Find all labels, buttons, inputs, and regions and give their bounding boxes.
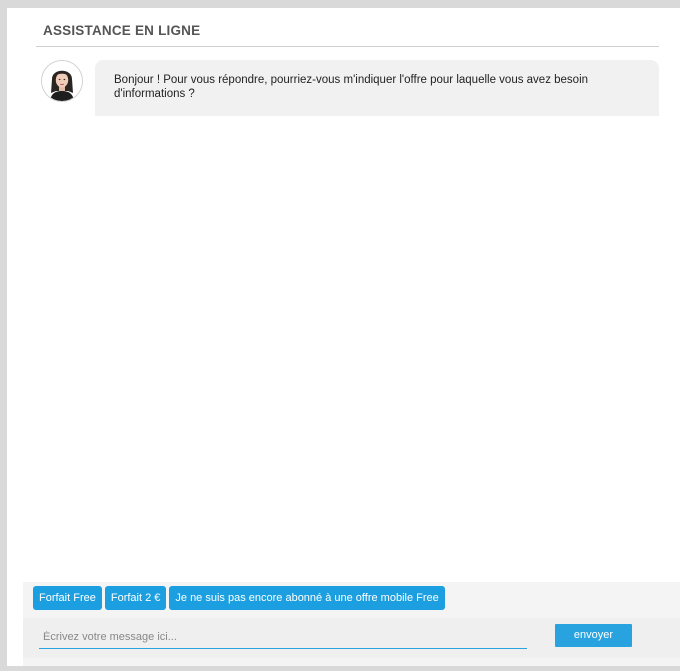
agent-avatar-icon [41, 60, 83, 102]
chat-composer-area: Forfait Free Forfait 2 € Je ne suis pas … [23, 582, 680, 666]
chat-window: ASSISTANCE EN LIGNE Bonjour ! Pour vous … [7, 8, 680, 666]
quick-reply-forfait-free-button[interactable]: Forfait Free [33, 586, 102, 610]
quick-reply-forfait-2-euros-button[interactable]: Forfait 2 € [104, 586, 167, 610]
message-input-row: envoyer [23, 618, 680, 658]
agent-message-text: Bonjour ! Pour vous répondre, pourriez-v… [114, 74, 589, 100]
quick-replies: Forfait Free Forfait 2 € Je ne suis pas … [33, 586, 445, 610]
send-button[interactable]: envoyer [555, 624, 632, 647]
agent-message-bubble: Bonjour ! Pour vous répondre, pourriez-v… [95, 60, 659, 116]
chat-header: ASSISTANCE EN LIGNE [36, 8, 659, 47]
quick-reply-not-subscribed-button[interactable]: Je ne suis pas encore abonné à une offre… [169, 586, 445, 610]
chat-title: ASSISTANCE EN LIGNE [43, 23, 201, 38]
message-input[interactable] [39, 626, 527, 649]
